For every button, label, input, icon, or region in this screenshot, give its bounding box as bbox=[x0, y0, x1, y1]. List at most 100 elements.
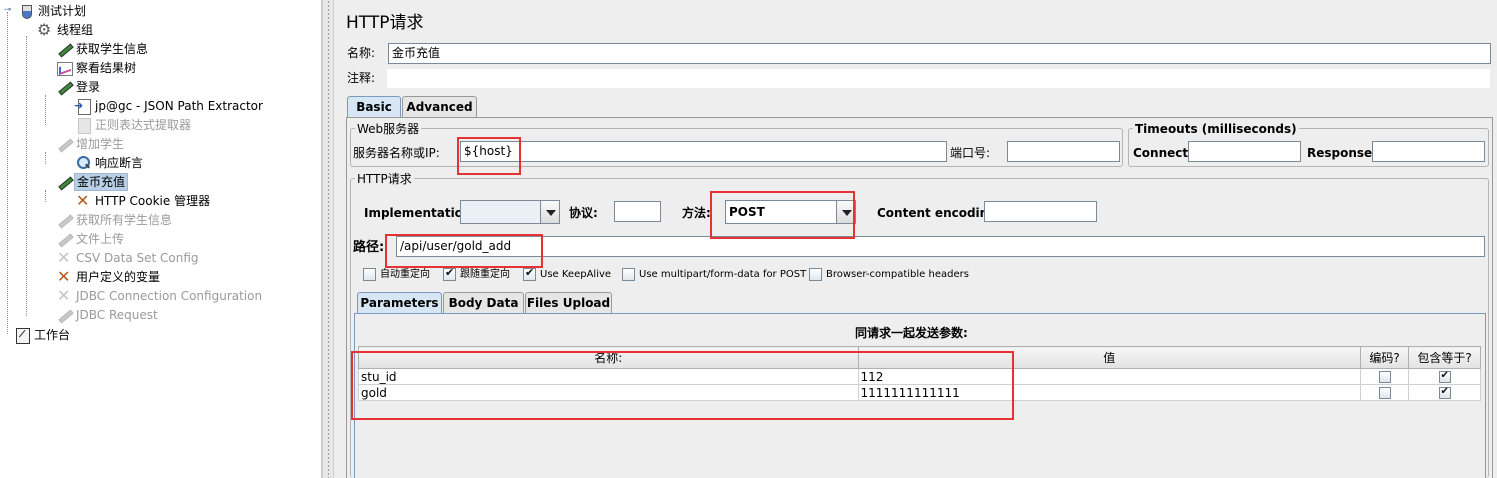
follow-redirect-checkbox[interactable] bbox=[443, 266, 456, 281]
tree-item-test-plan[interactable]: ⊸ 测试计划 bbox=[4, 1, 87, 20]
implementation-select[interactable] bbox=[460, 200, 560, 224]
tree-item-cookie-manager[interactable]: HTTP Cookie 管理器 bbox=[61, 191, 211, 210]
tree-item-label: 获取学生信息 bbox=[76, 41, 149, 56]
keepalive-checkbox[interactable] bbox=[523, 266, 536, 281]
tree-connector bbox=[45, 190, 46, 202]
tree-item-result-tree[interactable]: 察看结果树 bbox=[42, 58, 137, 77]
auto-redirect-checkbox[interactable] bbox=[363, 268, 376, 281]
tree-item-login[interactable]: 登录 bbox=[42, 77, 101, 96]
encode-cell bbox=[1360, 368, 1410, 385]
sampler-pen-icon bbox=[56, 231, 72, 247]
column-header-include-equals[interactable]: 包含等于? bbox=[1408, 346, 1481, 369]
tree-item-thread-group[interactable]: 线程组 bbox=[23, 20, 94, 39]
config-tools-icon bbox=[56, 248, 72, 267]
path-field[interactable]: /api/user/gold_add bbox=[396, 236, 1485, 257]
tree-item-workbench[interactable]: 工作台 bbox=[4, 325, 71, 344]
multipart-checkbox[interactable] bbox=[622, 268, 635, 281]
tab-parameters[interactable]: Parameters bbox=[357, 292, 442, 314]
test-plan-tree: ⊸ 测试计划 线程组 获取学生信息 察看结果树 登录 jp@gc - JSON … bbox=[0, 0, 322, 478]
tree-connector bbox=[7, 12, 8, 334]
follow-redirect-label: 跟随重定向 bbox=[460, 269, 510, 280]
tree-item-file-upload[interactable]: 文件上传 bbox=[42, 229, 125, 248]
tree-item-json-extractor[interactable]: jp@gc - JSON Path Extractor bbox=[61, 96, 264, 115]
keepalive-label: Use KeepAlive bbox=[540, 269, 612, 280]
config-tools-icon bbox=[56, 267, 72, 286]
tree-item-get-all-students[interactable]: 获取所有学生信息 bbox=[42, 210, 173, 229]
tree-item-user-variables[interactable]: 用户定义的变量 bbox=[42, 267, 161, 286]
tree-item-label: JDBC Connection Configuration bbox=[76, 288, 263, 303]
browser-headers-checkbox[interactable] bbox=[809, 268, 822, 281]
protocol-label: 协议: bbox=[569, 206, 598, 220]
tree-connector bbox=[26, 36, 27, 316]
multipart-label: Use multipart/form-data for POST bbox=[639, 269, 807, 280]
connect-timeout-field[interactable] bbox=[1188, 141, 1301, 162]
sampler-pen-icon bbox=[56, 174, 72, 190]
comment-field[interactable] bbox=[386, 68, 1491, 89]
tree-item-label: 增加学生 bbox=[76, 136, 125, 151]
tree-item-get-student[interactable]: 获取学生信息 bbox=[42, 39, 149, 58]
tab-advanced[interactable]: Advanced bbox=[402, 96, 477, 118]
tab-files-upload[interactable]: Files Upload bbox=[525, 292, 612, 314]
config-tools-icon bbox=[75, 191, 91, 210]
auto-redirect-label: 自动重定向 bbox=[380, 269, 430, 280]
tab-basic[interactable]: Basic bbox=[347, 96, 401, 118]
highlight-box-server bbox=[457, 137, 521, 175]
sampler-pen-icon bbox=[56, 136, 72, 152]
split-pane-divider[interactable] bbox=[322, 0, 334, 478]
method-label: 方法: bbox=[682, 206, 711, 220]
tree-item-response-assertion[interactable]: 响应断言 bbox=[61, 153, 144, 172]
connect-label: Connect: bbox=[1133, 146, 1193, 160]
chevron-down-icon[interactable] bbox=[540, 201, 559, 223]
tab-body-data[interactable]: Body Data bbox=[443, 292, 524, 314]
tree-item-label: 金币充值 bbox=[73, 172, 129, 191]
server-field[interactable]: ${host} bbox=[460, 141, 947, 162]
path-label: 路径: bbox=[353, 240, 385, 255]
comment-label: 注释: bbox=[347, 71, 376, 85]
tree-item-label: 测试计划 bbox=[38, 3, 87, 18]
encode-cell bbox=[1360, 384, 1410, 401]
tree-item-jdbc-connection[interactable]: JDBC Connection Configuration bbox=[42, 286, 263, 305]
web-server-group-title: Web服务器 bbox=[355, 122, 422, 136]
encode-checkbox[interactable] bbox=[1378, 387, 1391, 399]
tree-item-label: jp@gc - JSON Path Extractor bbox=[95, 98, 263, 113]
name-field[interactable]: 金币充值 bbox=[388, 43, 1491, 64]
tree-item-label: 正则表达式提取器 bbox=[95, 117, 192, 132]
include-equals-checkbox[interactable] bbox=[1438, 369, 1451, 383]
parameters-caption: 同请求一起发送参数: bbox=[855, 326, 968, 340]
tree-item-regex-extractor[interactable]: 正则表达式提取器 bbox=[61, 115, 192, 134]
content-encoding-label: Content encoding: bbox=[877, 206, 1002, 220]
encode-checkbox[interactable] bbox=[1378, 371, 1391, 383]
tree-item-label: 文件上传 bbox=[76, 231, 125, 246]
tree-item-add-student[interactable]: 增加学生 bbox=[42, 134, 125, 153]
tree-connector bbox=[45, 152, 46, 164]
browser-headers-label: Browser-compatible headers bbox=[826, 269, 969, 280]
response-label: Response: bbox=[1307, 146, 1377, 160]
include-equals-checkbox[interactable] bbox=[1438, 385, 1451, 399]
tree-item-label: 登录 bbox=[76, 79, 101, 94]
content-encoding-field[interactable] bbox=[984, 201, 1097, 222]
sampler-pen-icon bbox=[56, 79, 72, 95]
tree-item-label: CSV Data Set Config bbox=[76, 250, 199, 265]
highlight-box-method bbox=[710, 191, 855, 239]
assertion-magnifier-icon bbox=[75, 155, 91, 171]
tree-item-label: 用户定义的变量 bbox=[76, 269, 161, 284]
tree-item-jdbc-request[interactable]: JDBC Request bbox=[42, 305, 159, 324]
tree-item-label: 响应断言 bbox=[95, 155, 144, 170]
server-label: 服务器名称或IP: bbox=[353, 146, 440, 160]
extractor-doc-icon bbox=[74, 98, 91, 115]
tree-item-csv-data-set[interactable]: CSV Data Set Config bbox=[42, 248, 200, 267]
test-plan-icon bbox=[18, 3, 34, 19]
name-label: 名称: bbox=[347, 46, 376, 60]
expand-toggle-icon[interactable]: ⊸ bbox=[3, 6, 12, 15]
column-header-encode[interactable]: 编码? bbox=[1360, 346, 1410, 369]
tree-item-label: 获取所有学生信息 bbox=[76, 212, 173, 227]
response-timeout-field[interactable] bbox=[1372, 141, 1485, 162]
thread-group-gear-icon bbox=[37, 20, 53, 39]
sampler-pen-icon bbox=[56, 41, 72, 57]
port-field[interactable] bbox=[1007, 141, 1120, 162]
tree-item-gold-recharge[interactable]: 金币充值 bbox=[42, 172, 129, 191]
include-equals-cell bbox=[1408, 368, 1481, 385]
protocol-field[interactable] bbox=[614, 201, 661, 222]
tree-item-label: 线程组 bbox=[57, 22, 94, 37]
highlight-box-path bbox=[385, 234, 543, 268]
